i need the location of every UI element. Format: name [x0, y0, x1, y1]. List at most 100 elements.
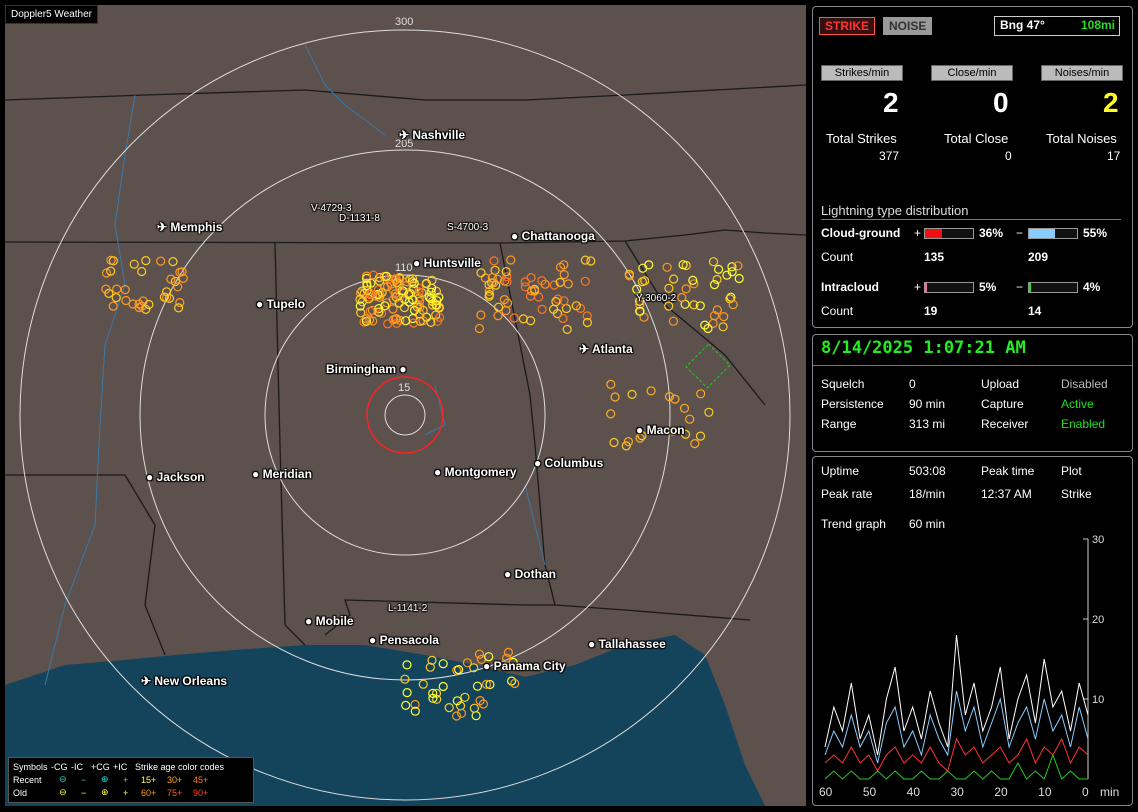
strike-symbol: [580, 276, 590, 286]
strike-mode-button[interactable]: STRIKE: [819, 17, 876, 35]
strike-symbol: [662, 262, 672, 272]
close-per-min-button[interactable]: Close/min: [931, 65, 1013, 81]
city-montgomery: ● Montgomery: [434, 465, 517, 479]
strike-symbol: [685, 414, 695, 424]
squelch-label: Squelch: [821, 377, 865, 391]
strike-summary-panel: STRIKE NOISE Bng 47° 108mi Strikes/min C…: [812, 6, 1133, 328]
city-jackson: ● Jackson: [146, 470, 205, 484]
ring-label-300: 300: [395, 16, 414, 28]
x-tick-label: 20: [994, 785, 1008, 799]
legend-neg-ic: -IC: [71, 761, 83, 772]
strike-symbol: [168, 257, 178, 267]
strike-symbol: [580, 255, 591, 265]
strike-symbol: [120, 285, 130, 295]
age-60: 60+: [141, 787, 157, 798]
noises-per-min-button[interactable]: Noises/min: [1041, 65, 1123, 81]
cg-negative-bar: [1028, 228, 1078, 239]
city-tupelo: ● Tupelo: [256, 297, 306, 311]
persistence-label: Persistence: [821, 397, 884, 411]
receiver-label: Receiver: [981, 417, 1029, 431]
neg-ic-recent-icon: −: [81, 774, 87, 785]
strike-symbol: [713, 264, 724, 274]
ic-positive-bar: [924, 282, 974, 293]
ring-label-110: 110: [395, 262, 413, 274]
storm-label-y3060[interactable]: Y-3060-2: [636, 293, 676, 304]
strike-symbol: [108, 301, 118, 311]
strike-symbol: [383, 319, 393, 329]
city-panama-city: ● Panama City: [483, 659, 566, 673]
range-value: 313 mi: [909, 417, 946, 431]
x-tick-label: 40: [907, 785, 921, 799]
city-birmingham: Birmingham ●: [326, 362, 407, 376]
strike-symbol: [704, 407, 714, 417]
strike-symbol: [533, 292, 544, 302]
storm-label-l1141[interactable]: L-1141-2: [388, 603, 427, 614]
city-columbus: ● Columbus: [534, 456, 604, 470]
strike-symbol: [388, 304, 398, 314]
strike-symbol: [506, 255, 516, 265]
x-tick-label: 50: [863, 785, 877, 799]
strike-symbol: [606, 379, 616, 389]
strike-symbol: [708, 257, 719, 267]
strike-symbol: [489, 256, 499, 266]
city-macon: ● Macon: [636, 423, 685, 437]
legend-symbols-label: Symbols: [13, 761, 48, 772]
age-75: 75+: [167, 787, 183, 798]
total-strikes-label: Total Strikes: [826, 131, 897, 146]
cg-positive-bar: [924, 228, 974, 239]
trend-graph-window[interactable]: 60 min: [909, 517, 945, 531]
strike-symbol: [606, 409, 616, 419]
plot-value[interactable]: Strike: [1061, 487, 1092, 501]
strike-symbol: [537, 304, 547, 314]
trend-panel: Uptime 503:08 Peak time Plot Peak rate 1…: [812, 456, 1133, 806]
strikes-per-min-button[interactable]: Strikes/min: [821, 65, 903, 81]
trend-graph: 30 20 10 60 50 40 30 20 10 0 min: [819, 534, 1119, 799]
city-huntsville: ● Huntsville: [413, 256, 481, 270]
map-canvas[interactable]: [5, 5, 806, 806]
total-strikes: 377: [879, 149, 900, 163]
bearing-value: Bng 47°: [1000, 18, 1045, 32]
strike-symbol: [563, 279, 573, 289]
strike-symbol: [121, 295, 131, 306]
strike-symbol: [718, 322, 728, 332]
lightning-map[interactable]: Doppler5 Weather 300 205 110 15 ✈ Nashvi…: [5, 5, 806, 806]
strike-symbol: [526, 273, 536, 283]
plot-label: Plot: [1061, 464, 1082, 478]
legend-pos-cg: +CG: [91, 761, 110, 772]
peak-time-value: 12:37 AM: [981, 487, 1032, 501]
noises-rate: 2: [1103, 87, 1119, 118]
map-title: Doppler5 Weather: [5, 5, 98, 24]
distribution-title: Lightning type distribution: [821, 203, 969, 218]
pos-cg-recent-icon: ⊕: [101, 774, 109, 784]
ic-plus-sign: +: [914, 280, 922, 294]
strike-symbol: [719, 312, 729, 322]
strike-symbol: [559, 270, 569, 280]
strike-symbol: [476, 268, 486, 278]
symbol-legend: Symbols -CG -IC +CG +IC Strike age color…: [8, 757, 254, 803]
x-tick-label: 60: [819, 785, 833, 799]
x-tick-label: 30: [951, 785, 965, 799]
storm-label-s4700[interactable]: S-4700-3: [447, 222, 488, 233]
strike-symbol: [668, 316, 679, 326]
cg-minus-sign: −: [1016, 226, 1024, 240]
age-90: 90+: [193, 787, 209, 798]
strike-symbol: [681, 284, 691, 294]
range-label: Range: [821, 417, 857, 431]
total-close-label: Total Close: [944, 131, 1009, 146]
age-45: 45+: [193, 774, 209, 785]
noise-mode-button[interactable]: NOISE: [883, 17, 933, 35]
peak-rate-value: 18/min: [909, 487, 946, 501]
strike-symbol: [609, 437, 619, 448]
neg-cg-recent-icon: ⊖: [59, 774, 67, 784]
storm-label-d1131[interactable]: D-1131-8: [339, 213, 380, 224]
bearing-readout: Bng 47° 108mi: [994, 16, 1120, 36]
strike-symbol: [709, 280, 720, 290]
total-close: 0: [1005, 149, 1012, 163]
strike-symbol: [561, 303, 572, 314]
upload-value: Disabled: [1061, 377, 1108, 391]
neg-ic-old-icon: −: [81, 787, 87, 798]
strike-symbol: [610, 392, 620, 402]
cg-plus-sign: +: [914, 226, 922, 240]
pos-ic-recent-icon: +: [123, 774, 129, 785]
strike-symbol: [137, 266, 147, 277]
